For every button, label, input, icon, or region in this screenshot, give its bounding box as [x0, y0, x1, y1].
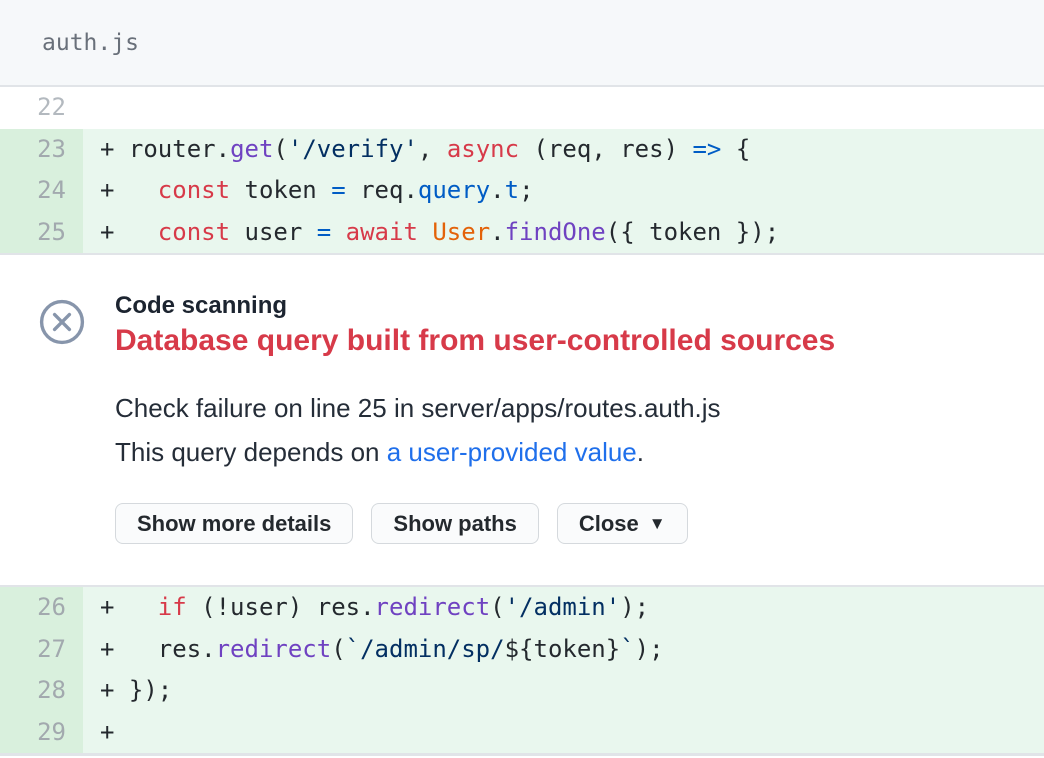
file-header: auth.js: [0, 0, 1044, 87]
alert-description: This query depends on a user-provided va…: [115, 436, 835, 468]
line-number[interactable]: 27: [0, 629, 83, 671]
code-token: +: [100, 635, 158, 663]
diff-row-29: 29 +: [0, 712, 1044, 754]
code-token: =: [317, 218, 331, 246]
code-token: +: [100, 135, 129, 163]
code-token: );: [635, 635, 664, 663]
alert-description-period: .: [637, 437, 644, 467]
code-token: ;: [519, 176, 533, 204]
dropdown-caret-icon: ▼: [649, 514, 666, 534]
code-token: =: [331, 176, 345, 204]
code-token: +: [100, 593, 158, 621]
code-line: + router.get('/verify', async (req, res)…: [83, 129, 750, 171]
code-token: get: [230, 135, 273, 163]
code-token: `: [620, 635, 634, 663]
code-token: ({ token });: [606, 218, 779, 246]
diff-row-23: 23+ router.get('/verify', async (req, re…: [0, 129, 1044, 171]
diff-section-top: 2223+ router.get('/verify', async (req, …: [0, 87, 1044, 253]
show-more-details-button[interactable]: Show more details: [115, 503, 353, 544]
code-line: [83, 87, 100, 129]
code-line: + if (!user) res.redirect('/admin');: [83, 587, 649, 629]
close-button[interactable]: Close ▼: [557, 503, 688, 544]
line-number[interactable]: 28: [0, 670, 83, 712]
code-token: user: [230, 218, 317, 246]
diff-row-27: 27+ res.redirect(`/admin/sp/${token}`);: [0, 629, 1044, 671]
alert-actions: Show more details Show paths Close ▼: [115, 503, 835, 544]
code-token: query: [418, 176, 490, 204]
user-provided-value-link[interactable]: a user-provided value: [387, 437, 637, 467]
code-token: token: [230, 176, 331, 204]
line-number[interactable]: 26: [0, 587, 83, 629]
diff-row-22: 22: [0, 87, 1044, 129]
code-token: User: [432, 218, 490, 246]
alert-title: Database query built from user-controlle…: [115, 323, 835, 359]
line-number[interactable]: 25: [0, 212, 83, 254]
code-token: [418, 218, 432, 246]
code-line: + const token = req.query.t;: [83, 170, 534, 212]
code-token: res.: [158, 635, 216, 663]
code-token: );: [620, 593, 649, 621]
code-token: const: [158, 176, 230, 204]
file-name: auth.js: [42, 30, 139, 56]
code-token: ${token}: [505, 635, 621, 663]
code-token: await: [346, 218, 418, 246]
code-token: =>: [692, 135, 721, 163]
code-token: `/admin/sp/: [346, 635, 505, 663]
show-paths-button[interactable]: Show paths: [371, 503, 538, 544]
code-token: +: [100, 176, 158, 204]
code-token: if: [158, 593, 187, 621]
code-token: (: [273, 135, 287, 163]
line-number[interactable]: 29: [0, 712, 83, 754]
close-button-label: Close: [579, 511, 639, 537]
code-token: (req, res): [519, 135, 692, 163]
diff-row-28: 28+ });: [0, 670, 1044, 712]
code-line: + const user = await User.findOne({ toke…: [83, 212, 779, 254]
code-line: + res.redirect(`/admin/sp/${token}`);: [83, 629, 664, 671]
code-token: redirect: [216, 635, 332, 663]
code-token: '/admin': [505, 593, 621, 621]
code-token: t: [505, 176, 519, 204]
code-token: (: [331, 635, 345, 663]
diff-section-bottom: 26+ if (!user) res.redirect('/admin');27…: [0, 587, 1044, 753]
diff-row-26: 26+ if (!user) res.redirect('/admin');: [0, 587, 1044, 629]
code-token: ,: [418, 135, 447, 163]
code-token: +: [100, 676, 129, 704]
code-token: router.: [129, 135, 230, 163]
diff-row-25: 25+ const user = await User.findOne({ to…: [0, 212, 1044, 254]
code-token: .: [490, 218, 504, 246]
diff-row-24: 24+ const token = req.query.t;: [0, 170, 1044, 212]
code-token: });: [129, 676, 172, 704]
x-circle-icon: [38, 298, 86, 346]
alert-location: Check failure on line 25 in server/apps/…: [115, 392, 835, 424]
code-token: (: [490, 593, 504, 621]
code-token: const: [158, 218, 230, 246]
line-number[interactable]: 24: [0, 170, 83, 212]
line-number[interactable]: 22: [0, 87, 83, 129]
code-token: (!user) res.: [187, 593, 375, 621]
alert-body: Code scanning Database query built from …: [115, 291, 835, 585]
code-token: async: [447, 135, 519, 163]
code-token: req: [346, 176, 404, 204]
code-scanning-alert: Code scanning Database query built from …: [0, 253, 1044, 587]
code-token: findOne: [505, 218, 606, 246]
line-number[interactable]: 23: [0, 129, 83, 171]
bottom-border: [0, 753, 1044, 756]
code-token: redirect: [375, 593, 491, 621]
code-token: +: [100, 218, 158, 246]
code-token: +: [100, 718, 114, 746]
alert-description-text: This query depends on: [115, 437, 387, 467]
code-token: '/verify': [288, 135, 418, 163]
code-token: [331, 218, 345, 246]
code-token: {: [721, 135, 750, 163]
code-line: +: [83, 712, 114, 754]
alert-tool-label: Code scanning: [115, 291, 835, 321]
code-line: + });: [83, 670, 172, 712]
code-token: .: [403, 176, 417, 204]
code-token: .: [490, 176, 504, 204]
